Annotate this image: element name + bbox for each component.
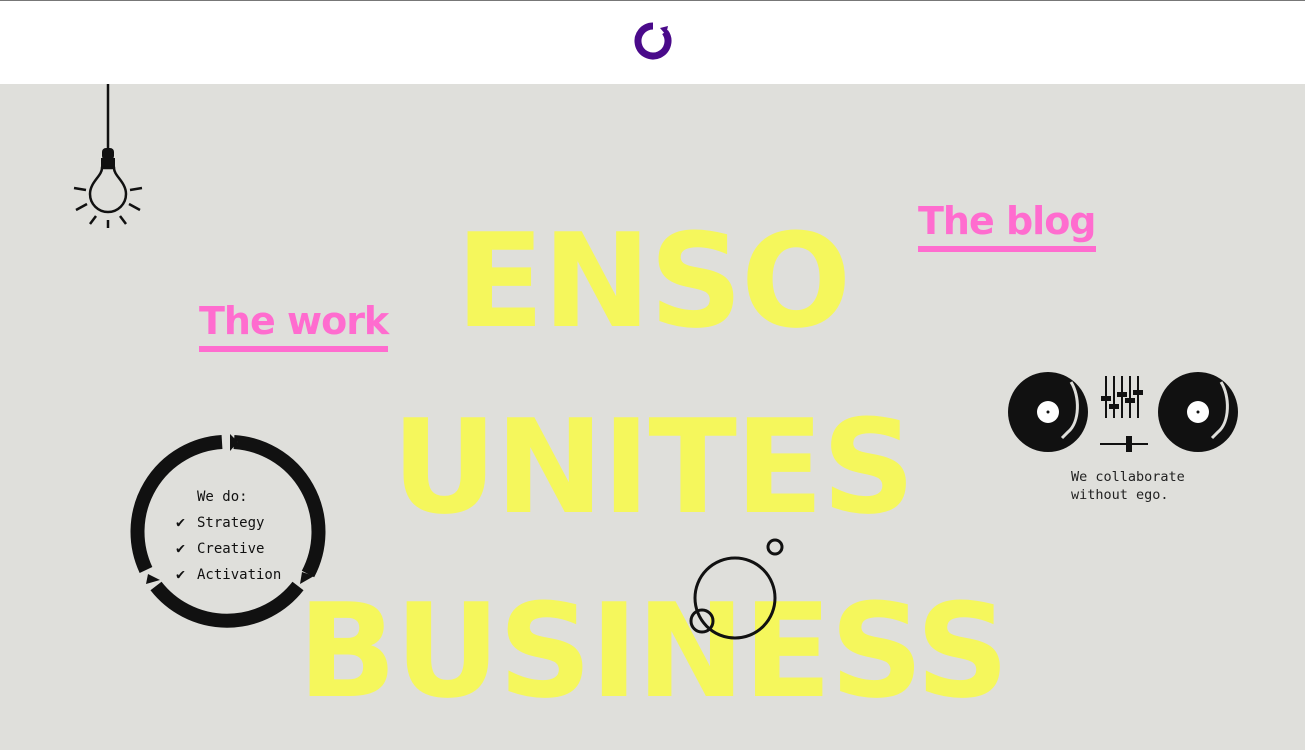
checkmark-icon: ✔	[176, 565, 186, 583]
service-item-label: Strategy	[197, 515, 265, 531]
service-item: ✔ Strategy	[176, 510, 281, 536]
service-item-label: Creative	[197, 541, 265, 557]
hero-line-1: ENSO	[455, 205, 852, 357]
services-heading: We do:	[197, 489, 248, 505]
hero-stage: ENSO UNITES BUSINESS The work The blog W…	[0, 84, 1305, 750]
service-item-label: Activation	[197, 567, 282, 583]
checkmark-icon: ✔	[176, 513, 186, 531]
lightbulb-icon	[68, 84, 148, 239]
checkmark-icon: ✔	[176, 539, 186, 557]
nav-link-work[interactable]: The work	[199, 302, 389, 352]
service-item: ✔ Creative	[176, 536, 281, 562]
nav-link-blog[interactable]: The blog	[918, 202, 1097, 252]
service-item: ✔ Activation	[176, 562, 281, 588]
collab-caption: We collaborate without ego.	[1071, 468, 1231, 504]
collab-caption-line-2: without ego.	[1071, 487, 1169, 503]
site-header	[0, 0, 1305, 84]
enso-logo-icon[interactable]	[634, 22, 672, 60]
collab-caption-line-1: We collaborate	[1071, 469, 1185, 485]
orbit-circles-icon	[685, 536, 785, 646]
services-list: We do: ✔ Strategy ✔ Creative ✔ Activation	[176, 485, 281, 588]
dj-turntables-icon	[1008, 372, 1240, 456]
